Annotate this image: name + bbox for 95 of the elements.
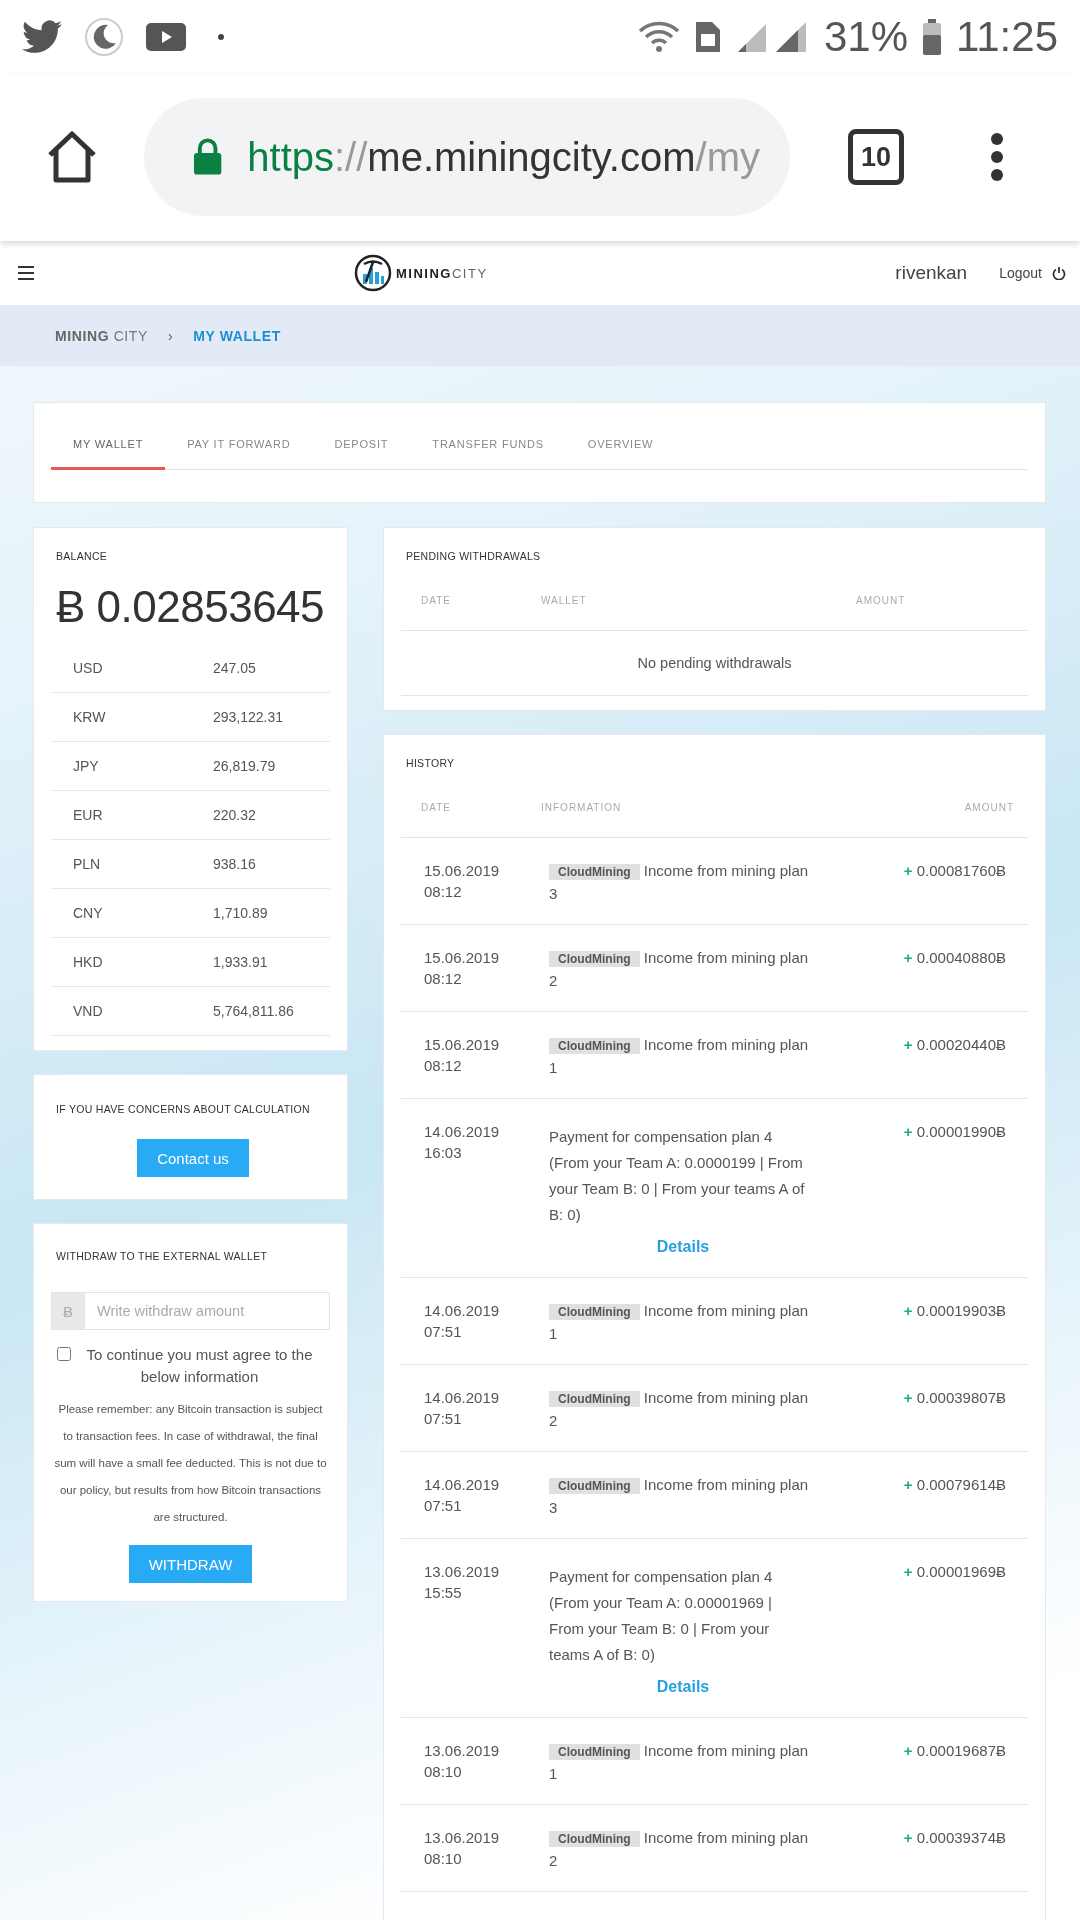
battery-icon [922,18,942,55]
username[interactable]: rivenkan [895,262,968,284]
currency-value: 938.16 [213,856,256,872]
withdraw-amount-field[interactable]: Write withdraw amount [84,1292,330,1330]
agree-label: To continue you must agree to the below information [85,1345,314,1387]
currency-value: 5,764,811.86 [213,1003,294,1019]
info-cell-text: CloudMining Income from mining plan 3 [549,1475,810,1518]
date-cell-text: 14.06.2019 07:51 [423,1475,501,1516]
sim-card-icon [693,19,722,54]
details-link[interactable]: Details [656,1678,710,1695]
currency-code: VND [72,1003,104,1019]
column-header: INFORMATION [541,801,623,813]
info-cell-text: CloudMining Income from mining plan 1 [549,1741,810,1784]
column-header: WALLET [541,594,588,606]
amount-cell-text: + 0.00019903Ƀ [902,1301,1007,1321]
date-cell-text: 15.06.2019 08:12 [423,1035,501,1076]
currency-value: 26,819.79 [213,758,276,774]
column-header: AMOUNT [964,801,1015,813]
card-title: WITHDRAW TO THE EXTERNAL WALLET [55,1250,268,1262]
info-cell-text: CloudMining Income from mining plan 1 [549,1301,810,1344]
tab[interactable]: DEPOSIT [312,421,411,470]
date-cell-text: 15.06.2019 08:12 [423,948,501,989]
agree-checkbox[interactable] [57,1347,71,1361]
date-cell-text: 13.06.2019 15:55 [423,1562,501,1603]
amount-cell-text: + 0.00019687Ƀ [902,1741,1007,1761]
contact-button[interactable]: Contact us [137,1139,249,1177]
date-cell-text: 13.06.2019 08:10 [423,1828,501,1869]
date-cell-text: 14.06.2019 07:51 [423,1301,501,1342]
tab[interactable]: OVERVIEW [565,421,676,470]
card-title: IF YOU HAVE CONCERNS ABOUT CALCULATION [56,1103,310,1115]
balance-amount: Ƀ 0.02853645 [56,582,326,632]
amount-cell-text: + 0.00001969Ƀ [902,1562,1007,1582]
column-header: DATE [420,801,452,813]
currency-prefix: Ƀ [51,1292,84,1330]
currency-code: KRW [72,709,107,725]
address-bar[interactable]: https://me.miningcity.com/my [144,98,790,216]
breadcrumb-link[interactable]: MY WALLET [193,327,281,344]
date-cell-text: 13.06.2019 08:10 [423,1741,501,1782]
currency-code: PLN [72,856,102,872]
amount-cell-text: + 0.00020440Ƀ [902,1035,1007,1055]
currency-value: 293,122.31 [213,709,284,725]
logout-link[interactable]: Logout [999,265,1042,281]
url-text: https://me.miningcity.com/my [247,134,760,180]
withdraw-button[interactable]: WITHDRAW [128,1545,253,1583]
tab[interactable]: TRANSFER FUNDS [410,421,566,470]
amount-cell-text: + 0.00040880Ƀ [902,948,1007,968]
amount-cell-text: + 0.00079614Ƀ [902,1475,1007,1495]
info-cell-text: Payment for compensation plan 4 (From your Team A: 0.0000199 | From your Team B: 0 | From your teams A of B: 0) [549,1127,806,1225]
column-header: AMOUNT [856,594,906,606]
card-title: HISTORY [405,757,456,769]
tab[interactable]: PAY IT FORWARD [165,421,313,470]
menu-icon[interactable] [18,266,34,280]
currency-value: 247.05 [213,660,256,676]
play-icon [146,22,186,51]
empty-message: No pending withdrawals [637,655,792,671]
dot-icon [218,33,224,40]
menu-icon[interactable] [990,132,1004,182]
power-icon[interactable] [1052,266,1066,280]
card-title: BALANCE [55,550,109,562]
info-cell-text: Payment for compensation plan 4 (From your Team A: 0.00001969 | From your Team B: 0 | From your teams A of B: 0) [549,1567,774,1665]
amount-cell-text: + 0.00039807Ƀ [902,1388,1007,1408]
currency-code: JPY [72,758,100,774]
info-cell-text: CloudMining Income from mining plan 2 [549,1388,810,1431]
moon-icon [84,16,124,57]
info-cell-text: CloudMining Income from mining plan 2 [549,948,810,991]
card-title: PENDING WITHDRAWALS [405,550,542,562]
info-cell-text: CloudMining Income from mining plan 2 [549,1828,810,1871]
amount-cell-text: + 0.00001990Ƀ [902,1122,1007,1142]
clock: 11:25 [956,12,1058,61]
bird-icon [22,19,62,54]
column-header: DATE [420,594,452,606]
currency-code: HKD [72,954,104,970]
date-cell-text: 14.06.2019 07:51 [423,1388,501,1429]
battery-percent: 31% [823,12,908,61]
currency-value: 220.32 [213,807,256,823]
amount-cell-text: + 0.00039374Ƀ [902,1828,1007,1848]
currency-code: USD [72,660,104,676]
date-cell-text: 15.06.2019 08:12 [423,861,501,902]
tab[interactable]: MY WALLET [51,421,166,470]
lock-icon [192,137,224,177]
currency-code: EUR [72,807,104,823]
date-cell-text: 14.06.2019 16:03 [423,1122,501,1163]
details-link[interactable]: Details [656,1238,710,1255]
info-cell-text: CloudMining Income from mining plan 3 [549,861,810,904]
amount-cell-text: + 0.00081760Ƀ [902,861,1007,881]
pickaxe-city-icon [354,254,392,292]
breadcrumb-link[interactable]: MINING CITY [55,327,148,344]
currency-value: 1,710.89 [213,905,268,921]
currency-value: 1,933.91 [213,954,268,970]
currency-code: CNY [72,905,104,921]
tab-count-button[interactable]: 10 [848,129,904,185]
breadcrumb-separator: › [167,327,174,344]
info-cell-text: CloudMining Income from mining plan 1 [549,1035,810,1078]
notice-text: Please remember: any Bitcoin transaction is subject to transaction fees. In case of withdrawal, the final sum will have a small fee deducted. This is not due to our policy, but results from how Bitcoin transactions are structured. [53,1402,328,1525]
logo-text: MININGCITY [396,265,488,281]
